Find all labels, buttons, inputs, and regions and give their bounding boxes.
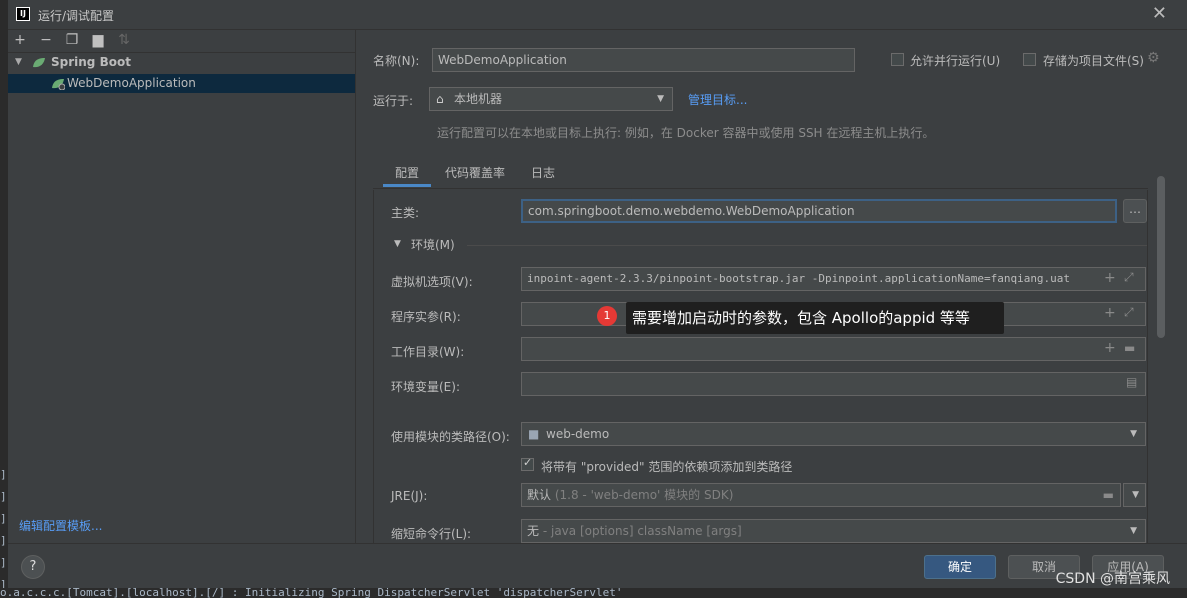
intellij-logo: IJ: [16, 7, 30, 21]
run-on-dropdown[interactable]: ⌂ 本地机器 ▼: [429, 87, 673, 111]
main-class-field[interactable]: com.springboot.demo.webdemo.WebDemoAppli…: [521, 199, 1117, 223]
vm-options-value: inpoint-agent-2.3.3/pinpoint-bootstrap.j…: [527, 272, 1071, 285]
provided-scope-checkbox[interactable]: [521, 456, 534, 471]
jre-label: JRE(J):: [391, 489, 428, 503]
config-tree-panel: + − ❐ ▆ ⇅ ▼ Spring Boot WebDemoApplicati…: [8, 30, 356, 543]
ok-button[interactable]: 确定: [924, 555, 996, 579]
chevron-down-icon: ▼: [1132, 490, 1139, 500]
chevron-down-icon: ▼: [1130, 526, 1137, 536]
run-on-hint: 运行配置可以在本地或目标上执行: 例如，在 Docker 容器中或使用 SSH …: [437, 126, 935, 140]
editor-gutter: ]]]]]]: [0, 30, 8, 591]
shorten-cmd-label: 缩短命令行(L):: [391, 527, 472, 541]
browse-button[interactable]: …: [1123, 199, 1147, 223]
tab-logs[interactable]: 日志: [531, 164, 555, 181]
folder-add-icon[interactable]: ▆: [90, 32, 106, 48]
shorten-cmd-hint: - java [options] className [args]: [542, 524, 742, 538]
tree-item-webdemoapplication[interactable]: WebDemoApplication: [8, 74, 355, 93]
window-title: 运行/调试配置: [38, 9, 115, 23]
store-project-checkbox[interactable]: [1023, 53, 1036, 66]
run-debug-config-dialog: IJ 运行/调试配置 ✕ + − ❐ ▆ ⇅ ▼ Spring Boot Web…: [8, 0, 1187, 588]
spring-boot-icon: [52, 79, 65, 90]
env-vars-label: 环境变量(E):: [391, 380, 460, 394]
run-on-value: 本地机器: [454, 92, 503, 106]
config-form: 名称(N): WebDemoApplication 允许并行运行(U) 存储为项…: [357, 30, 1187, 543]
annotation-badge: 1: [597, 306, 617, 326]
minus-icon[interactable]: −: [38, 32, 54, 48]
sort-icon[interactable]: ⇅: [116, 32, 132, 48]
module-dropdown[interactable]: ■ web-demo ▼: [521, 422, 1146, 446]
plus-icon[interactable]: +: [1104, 270, 1116, 286]
name-field[interactable]: WebDemoApplication: [432, 48, 855, 72]
dialog-footer: 确定 取消 应用(A): [8, 543, 1187, 588]
close-icon[interactable]: ✕: [1152, 3, 1167, 24]
tab-coverage[interactable]: 代码覆盖率: [445, 164, 505, 181]
tab-divider: [373, 188, 1148, 189]
section-divider: [467, 245, 1147, 246]
shorten-cmd-dropdown[interactable]: 无 - java [options] className [args] ▼: [521, 519, 1146, 543]
tree-toolbar: + − ❐ ▆ ⇅: [8, 30, 355, 53]
document-icon[interactable]: ▤: [1126, 375, 1137, 389]
plus-icon[interactable]: +: [1104, 305, 1116, 321]
plus-icon[interactable]: +: [12, 32, 28, 48]
provided-scope-label: 将带有 "provided" 范围的依赖项添加到类路径: [541, 460, 793, 474]
expand-icon[interactable]: ⤢: [1124, 270, 1134, 285]
watermark: CSDN @南宫乘风: [1055, 571, 1170, 587]
copy-icon[interactable]: ❐: [64, 32, 80, 48]
annotation-tooltip: 需要增加启动时的参数，包含 Apollo的appid 等等: [626, 302, 1004, 334]
tree-item-label: WebDemoApplication: [67, 76, 196, 90]
program-args-label: 程序实参(R):: [391, 310, 461, 324]
env-section-title[interactable]: 环境(M): [411, 236, 455, 253]
folder-icon[interactable]: ▬: [1103, 484, 1114, 506]
vm-options-label: 虚拟机选项(V):: [391, 275, 473, 289]
vm-options-field[interactable]: inpoint-agent-2.3.3/pinpoint-bootstrap.j…: [521, 267, 1146, 291]
gear-icon[interactable]: ⚙: [1147, 50, 1160, 66]
module-folder-icon: ■: [528, 427, 540, 441]
config-tab-panel: 主类: com.springboot.demo.webdemo.WebDemoA…: [373, 190, 1148, 543]
chevron-down-icon: ▼: [1130, 429, 1137, 439]
parallel-run-label: 允许并行运行(U): [910, 54, 1001, 68]
workdir-label: 工作目录(W):: [391, 345, 465, 359]
spring-boot-icon: [33, 58, 45, 68]
parallel-run-checkbox[interactable]: [891, 53, 904, 66]
console-output: o.a.c.c.c.[Tomcat].[localhost].[/] : Ini…: [0, 588, 1187, 598]
name-label: 名称(N):: [373, 54, 420, 68]
store-project-label: 存储为项目文件(S): [1043, 54, 1144, 68]
jre-field[interactable]: 默认 (1.8 - 'web-demo' 模块的 SDK) ▬: [521, 483, 1121, 507]
module-classpath-label: 使用模块的类路径(O):: [391, 430, 510, 444]
workdir-field[interactable]: [521, 337, 1146, 361]
edit-templates-link[interactable]: 编辑配置模板...: [19, 517, 102, 534]
help-button[interactable]: ?: [21, 555, 45, 579]
chevron-down-icon: ▼: [657, 94, 664, 104]
jre-dropdown-button[interactable]: ▼: [1123, 483, 1146, 507]
jre-value: 默认: [527, 488, 552, 502]
manage-targets-link[interactable]: 管理目标...: [688, 91, 747, 108]
shorten-cmd-value: 无: [527, 524, 540, 538]
env-vars-field[interactable]: [521, 372, 1146, 396]
jre-hint: (1.8 - 'web-demo' 模块的 SDK): [554, 488, 734, 502]
folder-icon[interactable]: ▬: [1124, 341, 1135, 355]
main-class-label: 主类:: [391, 206, 420, 220]
tree-group-label: Spring Boot: [51, 55, 131, 69]
tree-group-spring-boot[interactable]: ▼ Spring Boot: [8, 53, 355, 72]
scrollbar[interactable]: [1157, 176, 1165, 338]
plus-icon[interactable]: +: [1104, 340, 1116, 356]
tab-config[interactable]: 配置: [382, 164, 432, 187]
home-icon: ⌂: [436, 92, 444, 106]
run-on-label: 运行于:: [373, 94, 414, 108]
title-bar: IJ 运行/调试配置 ✕: [8, 0, 1187, 30]
module-value: web-demo: [546, 427, 610, 441]
chevron-down-icon[interactable]: ▼: [15, 53, 22, 72]
chevron-down-icon[interactable]: ▼: [394, 239, 401, 249]
expand-icon[interactable]: ⤢: [1124, 305, 1134, 320]
